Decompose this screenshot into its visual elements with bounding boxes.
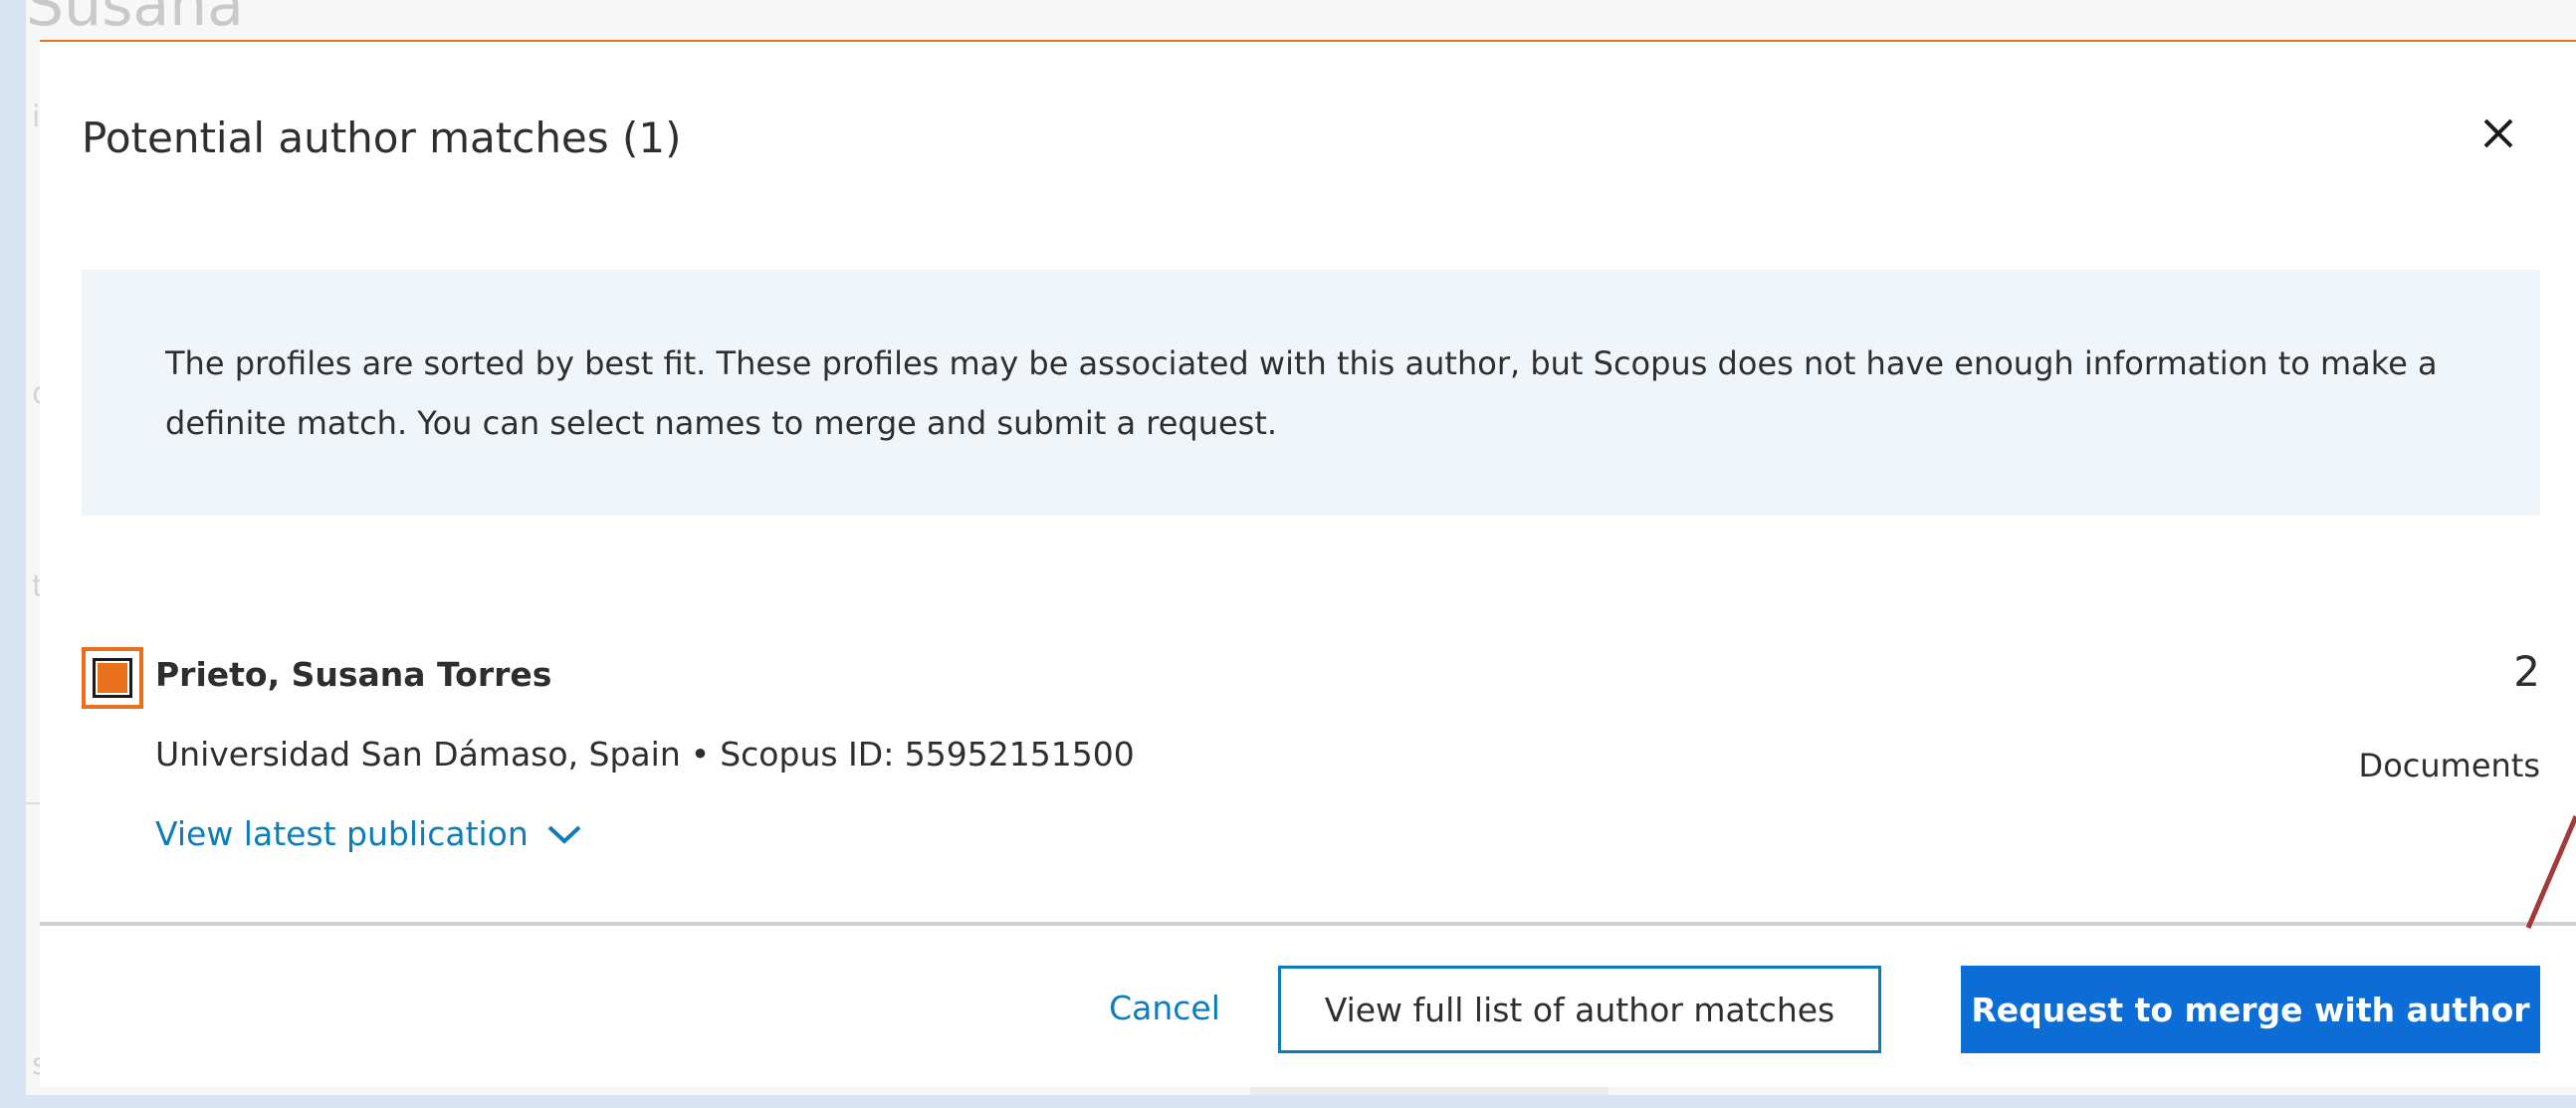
documents-label: Documents bbox=[2358, 747, 2540, 784]
view-latest-label: View latest publication bbox=[155, 814, 529, 853]
info-banner: The profiles are sorted by best fit. The… bbox=[82, 270, 2540, 516]
view-full-list-button[interactable]: View full list of author matches bbox=[1278, 966, 1881, 1053]
info-text: The profiles are sorted by best fit. The… bbox=[165, 344, 2438, 442]
scopus-id: Scopus ID: 55952151500 bbox=[720, 735, 1135, 774]
author-result-row: Prieto, Susana Torres Universidad San Dá… bbox=[82, 647, 2540, 926]
close-button[interactable] bbox=[2469, 104, 2528, 163]
author-meta: Universidad San Dámaso, Spain • Scopus ID:… bbox=[155, 735, 1135, 774]
background-author-name: Susana bbox=[26, 0, 244, 40]
modal-title: Potential author matches (1) bbox=[82, 113, 682, 162]
author-matches-modal: Potential author matches (1) The profile… bbox=[40, 40, 2576, 1087]
cancel-button[interactable]: Cancel bbox=[1065, 968, 1264, 1047]
author-name[interactable]: Prieto, Susana Torres bbox=[155, 655, 551, 694]
author-affiliation: Universidad San Dámaso, Spain bbox=[155, 735, 681, 774]
modal-footer: Cancel View full list of author matches … bbox=[40, 926, 2576, 1089]
meta-separator: • bbox=[690, 735, 711, 774]
author-select-checkbox[interactable] bbox=[82, 647, 143, 709]
chevron-down-icon bbox=[547, 825, 581, 844]
request-merge-button[interactable]: Request to merge with author bbox=[1961, 966, 2540, 1053]
view-latest-publication-link[interactable]: View latest publication bbox=[155, 814, 582, 853]
close-icon bbox=[2483, 118, 2513, 148]
checkbox-checked-mark bbox=[98, 663, 127, 693]
document-count[interactable]: 2 bbox=[2513, 647, 2540, 696]
checkbox-frame bbox=[93, 658, 132, 698]
